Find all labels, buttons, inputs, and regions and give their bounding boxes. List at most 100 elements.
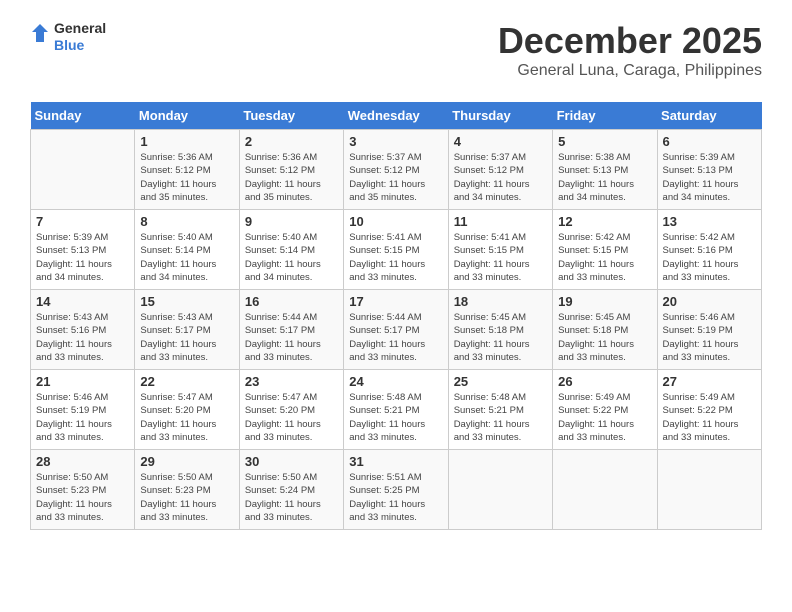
logo-general: General [54,20,106,37]
title-section: December 2025 General Luna, Caraga, Phil… [498,20,762,80]
day-number: 19 [558,294,651,309]
day-detail: Sunrise: 5:41 AM Sunset: 5:15 PM Dayligh… [454,231,547,284]
day-number: 18 [454,294,547,309]
top-area: General Blue December 2025 General Luna,… [30,20,762,90]
day-detail: Sunrise: 5:39 AM Sunset: 5:13 PM Dayligh… [663,151,756,204]
calendar-cell: 19 Sunrise: 5:45 AM Sunset: 5:18 PM Dayli… [553,290,657,370]
day-number: 9 [245,214,338,229]
calendar-cell: 11 Sunrise: 5:41 AM Sunset: 5:15 PM Dayli… [448,210,552,290]
calendar-cell: 5 Sunrise: 5:38 AM Sunset: 5:13 PM Daylig… [553,130,657,210]
day-number: 11 [454,214,547,229]
calendar-cell [31,130,135,210]
day-detail: Sunrise: 5:44 AM Sunset: 5:17 PM Dayligh… [349,311,442,364]
calendar-cell: 12 Sunrise: 5:42 AM Sunset: 5:15 PM Dayli… [553,210,657,290]
week-row-1: 1 Sunrise: 5:36 AM Sunset: 5:12 PM Daylig… [31,130,762,210]
day-detail: Sunrise: 5:44 AM Sunset: 5:17 PM Dayligh… [245,311,338,364]
day-number: 3 [349,134,442,149]
day-number: 24 [349,374,442,389]
calendar-cell: 18 Sunrise: 5:45 AM Sunset: 5:18 PM Dayli… [448,290,552,370]
logo-bird-icon [30,22,50,52]
calendar-cell: 13 Sunrise: 5:42 AM Sunset: 5:16 PM Dayli… [657,210,761,290]
day-header-thursday: Thursday [448,102,552,130]
calendar-cell: 26 Sunrise: 5:49 AM Sunset: 5:22 PM Dayli… [553,370,657,450]
day-detail: Sunrise: 5:39 AM Sunset: 5:13 PM Dayligh… [36,231,129,284]
calendar-cell: 23Sunrise: 5:47 AM Sunset: 5:20 PM Dayli… [239,370,343,450]
day-detail: Sunrise: 5:45 AM Sunset: 5:18 PM Dayligh… [558,311,651,364]
calendar-cell [553,450,657,530]
calendar-cell: 22Sunrise: 5:47 AM Sunset: 5:20 PM Dayli… [135,370,239,450]
day-number: 31 [349,454,442,469]
day-detail: Sunrise: 5:47 AM Sunset: 5:20 PM Dayligh… [140,391,233,444]
day-number: 5 [558,134,651,149]
location: General Luna, Caraga, Philippines [498,62,762,80]
calendar-cell: 14 Sunrise: 5:43 AM Sunset: 5:16 PM Dayli… [31,290,135,370]
day-detail: Sunrise: 5:40 AM Sunset: 5:14 PM Dayligh… [245,231,338,284]
day-detail: Sunrise: 5:48 AM Sunset: 5:21 PM Dayligh… [349,391,442,444]
month-year: December 2025 [498,20,762,62]
calendar-cell: 20Sunrise: 5:46 AM Sunset: 5:19 PM Dayli… [657,290,761,370]
day-number: 12 [558,214,651,229]
header-row: SundayMondayTuesdayWednesdayThursdayFrid… [31,102,762,130]
day-header-tuesday: Tuesday [239,102,343,130]
day-number: 21 [36,374,129,389]
day-number: 14 [36,294,129,309]
day-number: 16 [245,294,338,309]
day-number: 13 [663,214,756,229]
calendar-cell: 10 Sunrise: 5:41 AM Sunset: 5:15 PM Dayli… [344,210,448,290]
day-detail: Sunrise: 5:36 AM Sunset: 5:12 PM Dayligh… [140,151,233,204]
day-number: 4 [454,134,547,149]
day-detail: Sunrise: 5:48 AM Sunset: 5:21 PM Dayligh… [454,391,547,444]
calendar-cell [657,450,761,530]
day-number: 8 [140,214,233,229]
day-detail: Sunrise: 5:42 AM Sunset: 5:15 PM Dayligh… [558,231,651,284]
week-row-5: 28 Sunrise: 5:50 AM Sunset: 5:23 PM Dayli… [31,450,762,530]
day-number: 7 [36,214,129,229]
calendar-cell: 4 Sunrise: 5:37 AM Sunset: 5:12 PM Daylig… [448,130,552,210]
calendar-cell: 3Sunrise: 5:37 AM Sunset: 5:12 PM Daylig… [344,130,448,210]
day-number: 27 [663,374,756,389]
calendar-cell: 17Sunrise: 5:44 AM Sunset: 5:17 PM Dayli… [344,290,448,370]
calendar-cell: 2Sunrise: 5:36 AM Sunset: 5:12 PM Daylig… [239,130,343,210]
day-detail: Sunrise: 5:41 AM Sunset: 5:15 PM Dayligh… [349,231,442,284]
day-detail: Sunrise: 5:37 AM Sunset: 5:12 PM Dayligh… [454,151,547,204]
day-number: 15 [140,294,233,309]
day-number: 1 [140,134,233,149]
calendar-cell: 29 Sunrise: 5:50 AM Sunset: 5:23 PM Dayli… [135,450,239,530]
calendar-cell: 27 Sunrise: 5:49 AM Sunset: 5:22 PM Dayli… [657,370,761,450]
calendar-cell: 24 Sunrise: 5:48 AM Sunset: 5:21 PM Dayli… [344,370,448,450]
day-header-wednesday: Wednesday [344,102,448,130]
day-number: 29 [140,454,233,469]
day-detail: Sunrise: 5:50 AM Sunset: 5:23 PM Dayligh… [140,471,233,524]
day-detail: Sunrise: 5:43 AM Sunset: 5:17 PM Dayligh… [140,311,233,364]
calendar-cell [448,450,552,530]
day-detail: Sunrise: 5:50 AM Sunset: 5:23 PM Dayligh… [36,471,129,524]
calendar-cell: 16 Sunrise: 5:44 AM Sunset: 5:17 PM Dayli… [239,290,343,370]
day-detail: Sunrise: 5:51 AM Sunset: 5:25 PM Dayligh… [349,471,442,524]
day-detail: Sunrise: 5:40 AM Sunset: 5:14 PM Dayligh… [140,231,233,284]
day-detail: Sunrise: 5:49 AM Sunset: 5:22 PM Dayligh… [558,391,651,444]
week-row-3: 14 Sunrise: 5:43 AM Sunset: 5:16 PM Dayli… [31,290,762,370]
day-detail: Sunrise: 5:49 AM Sunset: 5:22 PM Dayligh… [663,391,756,444]
logo-text: General Blue [54,20,106,54]
week-row-2: 7 Sunrise: 5:39 AM Sunset: 5:13 PM Daylig… [31,210,762,290]
day-detail: Sunrise: 5:42 AM Sunset: 5:16 PM Dayligh… [663,231,756,284]
day-number: 20 [663,294,756,309]
day-number: 26 [558,374,651,389]
day-detail: Sunrise: 5:38 AM Sunset: 5:13 PM Dayligh… [558,151,651,204]
day-header-friday: Friday [553,102,657,130]
calendar-cell: 1 Sunrise: 5:36 AM Sunset: 5:12 PM Daylig… [135,130,239,210]
day-number: 25 [454,374,547,389]
day-number: 6 [663,134,756,149]
day-number: 28 [36,454,129,469]
week-row-4: 21Sunrise: 5:46 AM Sunset: 5:19 PM Dayli… [31,370,762,450]
day-header-sunday: Sunday [31,102,135,130]
calendar-cell: 28 Sunrise: 5:50 AM Sunset: 5:23 PM Dayli… [31,450,135,530]
day-header-saturday: Saturday [657,102,761,130]
day-number: 23 [245,374,338,389]
day-detail: Sunrise: 5:45 AM Sunset: 5:18 PM Dayligh… [454,311,547,364]
day-number: 10 [349,214,442,229]
day-number: 30 [245,454,338,469]
day-number: 2 [245,134,338,149]
day-detail: Sunrise: 5:43 AM Sunset: 5:16 PM Dayligh… [36,311,129,364]
calendar-cell: 21Sunrise: 5:46 AM Sunset: 5:19 PM Dayli… [31,370,135,450]
